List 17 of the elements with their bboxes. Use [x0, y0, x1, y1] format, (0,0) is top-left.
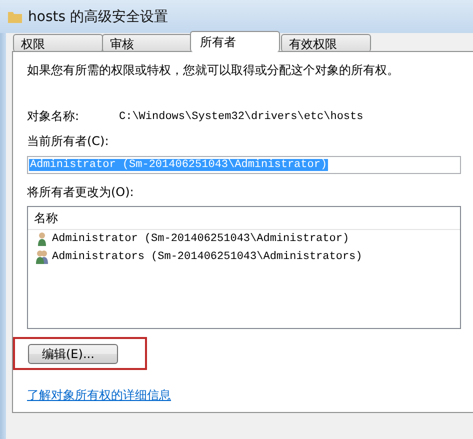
tab[interactable]: 所有者	[190, 31, 280, 52]
owner-list-item[interactable]: Administrators (Sm-201406251043\Administrators)	[52, 251, 362, 263]
users-icon	[34, 249, 50, 265]
edit-button[interactable]: 编辑(E)...	[28, 344, 118, 364]
owner-list-item[interactable]: Administrator (Sm-201406251043\Administrator)	[52, 233, 350, 245]
folder-icon	[8, 10, 22, 22]
ownership-help-link[interactable]: 了解对象所有权的详细信息	[27, 387, 171, 404]
tab[interactable]: 权限	[13, 34, 103, 52]
current-owner-label: 当前所有者(C):	[27, 133, 110, 150]
object-name-label: 对象名称:	[27, 108, 80, 125]
window-title: hosts 的高级安全设置	[28, 8, 168, 26]
tab[interactable]: 有效权限	[281, 34, 371, 52]
change-owner-label: 将所有者更改为(O):	[27, 184, 135, 201]
tab[interactable]: 审核	[102, 34, 192, 52]
object-path: C:\Windows\System32\drivers\etc\hosts	[119, 110, 364, 122]
column-header: 名称	[34, 210, 58, 226]
instruction-text: 如果您有所需的权限或特权，您就可以取得或分配这个对象的所有权。	[27, 62, 400, 79]
